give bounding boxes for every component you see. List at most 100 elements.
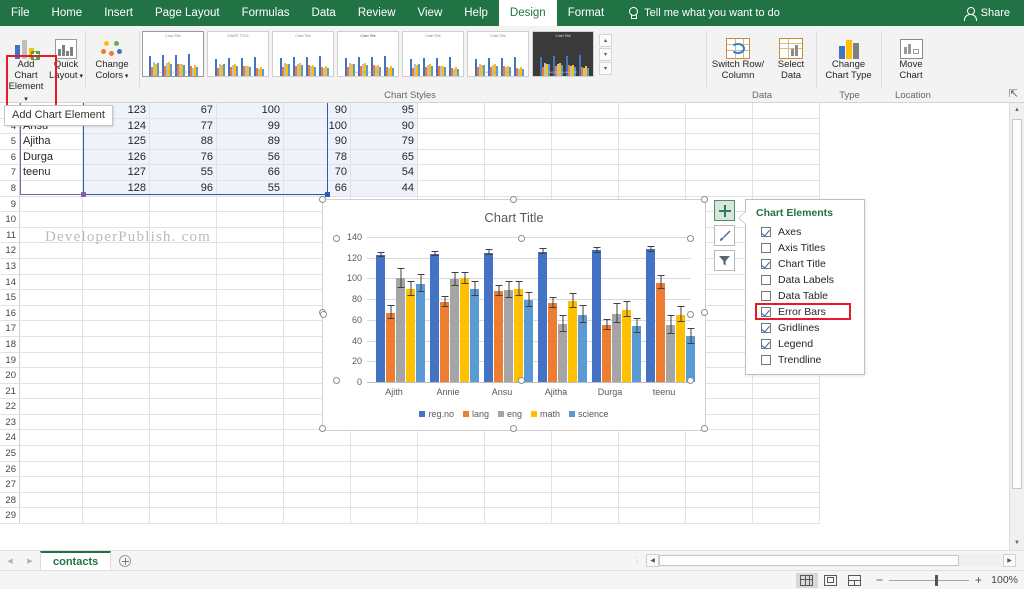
chart-title[interactable]: Chart Title (323, 210, 705, 225)
cell-empty[interactable] (552, 165, 619, 181)
table-row[interactable]: Ajitha 125 88 89 90 79 (20, 134, 1009, 150)
cell-empty[interactable] (552, 430, 619, 447)
chart-style-thumb-6[interactable]: Chart Title reg.no lang eng math (467, 31, 529, 77)
zoom-out-button[interactable]: − (876, 574, 883, 586)
cell-name[interactable] (20, 399, 83, 415)
ribbon-tab-insert[interactable]: Insert (93, 0, 144, 26)
cell-empty[interactable] (418, 492, 485, 509)
cell-value[interactable] (83, 414, 150, 431)
bar-math[interactable] (622, 301, 632, 382)
cell-value[interactable] (217, 461, 284, 478)
zoom-in-button[interactable]: + (975, 574, 982, 586)
cell-value[interactable] (217, 258, 284, 275)
cell-name[interactable] (20, 446, 83, 462)
bar-eng[interactable] (450, 272, 460, 382)
cell-value[interactable] (351, 446, 418, 462)
cell-value[interactable]: 128 (83, 180, 150, 197)
bar-group[interactable] (592, 247, 642, 382)
table-row[interactable] (20, 430, 1009, 447)
error-bar[interactable] (572, 293, 574, 309)
horizontal-scrollbar[interactable] (659, 554, 1003, 567)
cell-empty[interactable] (552, 180, 619, 197)
row-header[interactable]: 22 (0, 399, 20, 415)
cell-empty[interactable] (552, 118, 619, 135)
cell-empty[interactable] (485, 118, 552, 135)
chart-handle-bl[interactable] (319, 425, 326, 432)
chart-style-thumb-4[interactable]: Chart Title reg.no lang eng math (337, 31, 399, 77)
checkbox-checked-icon[interactable] (761, 227, 771, 237)
cell-value[interactable] (150, 446, 217, 462)
scroll-up-button[interactable]: ▲ (1010, 103, 1024, 117)
cell-empty[interactable] (418, 430, 485, 447)
row-header[interactable]: 15 (0, 290, 20, 306)
horizontal-scroll-thumb[interactable] (659, 555, 959, 566)
switch-row-column-button[interactable]: Switch Row/ Column (707, 30, 769, 81)
table-row[interactable] (20, 461, 1009, 478)
cell-value[interactable]: 99 (217, 118, 284, 135)
cell-value[interactable] (150, 321, 217, 337)
zoom-slider-track[interactable] (888, 574, 969, 586)
cell-empty[interactable] (418, 446, 485, 462)
cell-value[interactable] (150, 368, 217, 384)
cell-empty[interactable] (753, 414, 820, 431)
cell-empty[interactable] (686, 103, 753, 119)
cell-name[interactable] (20, 321, 83, 337)
vertical-scroll-thumb[interactable] (1012, 119, 1022, 489)
zoom-percentage[interactable]: 100% (990, 574, 1024, 586)
ribbon-tab-view[interactable]: View (407, 0, 454, 26)
row-header[interactable]: 23 (0, 414, 20, 431)
cell-value[interactable] (150, 274, 217, 291)
error-bar[interactable] (420, 275, 422, 292)
row-header[interactable]: 9 (0, 196, 20, 213)
cell-value[interactable] (217, 305, 284, 322)
cell-value[interactable]: 125 (83, 134, 150, 150)
cell-value[interactable] (83, 446, 150, 462)
cell-empty[interactable] (619, 446, 686, 462)
cell-value[interactable] (217, 274, 284, 291)
cell-empty[interactable] (418, 180, 485, 197)
row-header[interactable]: 27 (0, 477, 20, 493)
legend-item-lang[interactable]: lang (462, 409, 489, 419)
row-header[interactable]: 18 (0, 336, 20, 353)
cell-empty[interactable] (552, 446, 619, 462)
row-header[interactable]: 11 (0, 227, 20, 244)
change-colors-button[interactable]: Change Colors ▾ (86, 30, 138, 82)
ribbon-tab-page-layout[interactable]: Page Layout (144, 0, 231, 26)
error-bar[interactable] (410, 281, 412, 297)
cell-value[interactable] (217, 321, 284, 337)
row-header[interactable]: 25 (0, 446, 20, 462)
plot-handle-tr[interactable] (687, 235, 694, 242)
cell-value[interactable] (150, 461, 217, 478)
cell-empty[interactable] (418, 134, 485, 150)
row-header[interactable]: 20 (0, 368, 20, 384)
cell-value[interactable] (217, 227, 284, 244)
cell-empty[interactable] (485, 430, 552, 447)
cell-value[interactable]: 100 (217, 103, 284, 119)
cell-value[interactable]: 55 (217, 180, 284, 197)
plot-handle-ml[interactable] (320, 311, 327, 318)
cell-value[interactable] (83, 336, 150, 353)
chart-object[interactable]: Chart Title 140 120 100 80 60 40 20 0 Ajith Annie… (322, 199, 706, 431)
cell-value[interactable]: 88 (150, 134, 217, 150)
chart-elements-button[interactable] (714, 200, 735, 221)
error-bar[interactable] (670, 315, 672, 335)
ribbon-tab-help[interactable]: Help (453, 0, 499, 26)
quick-layout-button[interactable]: Quick Layout ▾ (46, 30, 86, 82)
bar-eng[interactable] (396, 268, 406, 382)
legend-item-math[interactable]: math (531, 409, 560, 419)
normal-view-button[interactable] (795, 572, 818, 588)
cell-empty[interactable] (619, 149, 686, 166)
cell-value[interactable] (150, 196, 217, 213)
error-bar[interactable] (690, 329, 692, 344)
cell-empty[interactable] (485, 461, 552, 478)
cell-value[interactable] (150, 492, 217, 509)
bar-math[interactable] (514, 280, 524, 382)
chart-handle-bm[interactable] (510, 425, 517, 432)
cell-value[interactable]: 55 (150, 165, 217, 181)
row-header[interactable]: 19 (0, 352, 20, 369)
zoom-slider-thumb[interactable] (934, 574, 938, 586)
bar-eng[interactable] (504, 280, 514, 382)
cell-value[interactable] (83, 383, 150, 400)
cell-value[interactable] (351, 461, 418, 478)
row-header[interactable]: 16 (0, 305, 20, 322)
